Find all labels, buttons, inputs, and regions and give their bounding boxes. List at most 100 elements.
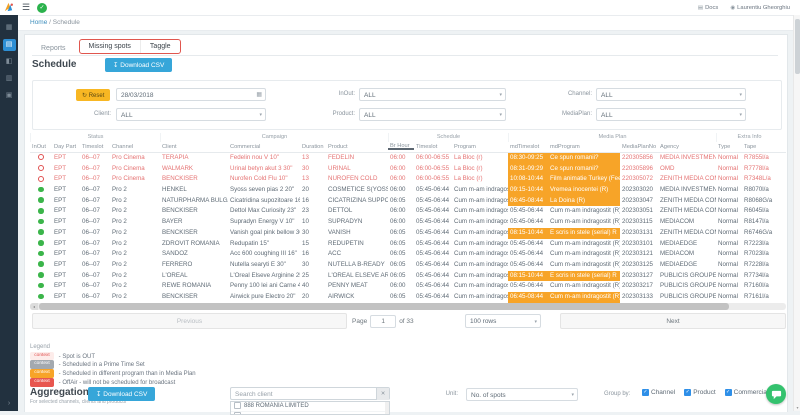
date-input[interactable]: 28/03/2018▦ [116,88,266,101]
next-page-button[interactable]: Next [560,313,786,329]
column-header-br-hour[interactable]: Br Hour [388,142,414,150]
sidebar-item-settings-icon[interactable]: ▣ [3,90,16,102]
column-header-commercial[interactable]: Commercial [228,142,300,152]
previous-page-button[interactable]: Previous [32,313,347,329]
sidebar-item-schedule-icon[interactable]: ▤ [3,39,16,51]
client-checkbox[interactable] [234,402,241,409]
channel-select[interactable]: ALL▾ [596,88,746,101]
table-horizontal-scrollbar[interactable]: ◂ [30,303,786,310]
cell: Normal [716,239,742,250]
download-csv-button[interactable]: ↧ Download CSV [105,58,172,72]
scroll-down-icon[interactable]: ▾ [794,405,800,410]
cell: Syoss seven pias 2 20" [228,185,300,196]
cell: Airwick pure Electro 20" [228,292,300,303]
product-filter-label: Product: [311,111,355,117]
column-header-product[interactable]: Product [326,142,388,152]
page-number-input[interactable]: 1 [370,315,396,328]
group-by-option-product[interactable]: ✓Product [684,389,715,396]
scrollbar-thumb[interactable] [795,19,800,74]
column-header-inout[interactable]: InOut [30,142,52,152]
cell: 06:45-08:44 [508,292,548,303]
sidebar-item-clients-icon[interactable]: ▥ [3,73,16,85]
column-header-duration[interactable]: Duration [300,142,326,152]
breadcrumb-home-link[interactable]: Home [30,19,47,26]
cell: 05:45-06:44 [508,239,548,250]
cell: ZENITH MEDIA COMMUNI... [658,228,716,239]
aggregation-download-csv-button[interactable]: ↧ Download CSV [88,387,155,401]
table-row[interactable]: EPT06--07Pro 2ZDROVIT ROMANIARedupatin 1… [30,239,786,250]
docs-link[interactable]: ▤Docs [698,5,718,11]
sidebar-item-dashboard-icon[interactable]: ▦ [3,22,16,34]
table-row[interactable]: EPT06--07Pro CinemaTERAPIAFedelin nou V … [30,153,786,164]
column-header-client[interactable]: Client [160,142,228,152]
cell: Cum m-am indragostit (R) [548,239,620,250]
legend-title: Legend [30,344,196,350]
table-row[interactable]: EPT06--07Pro 2L'OREALL'Oreal Elseve Argi… [30,271,786,282]
tab-missing-spots[interactable]: Missing spots [80,40,140,53]
table-row[interactable]: EPT06--07Pro 2FERRERONutella searyti E 3… [30,260,786,271]
column-header-mdtimeslot[interactable]: mdTimeslot [508,142,548,152]
product-select[interactable]: ALL▾ [359,108,506,121]
column-header-timeslot[interactable]: Timeslot [80,142,110,152]
unit-select[interactable]: No. of spots▾ [466,388,578,401]
cell: 220305856 [620,153,658,164]
table-row[interactable]: EPT06--07Pro 2BENCKISERAirwick pure Elec… [30,292,786,303]
column-header-type[interactable]: Type [716,142,742,152]
tab-reports[interactable]: Reports [32,42,75,55]
menu-toggle-icon[interactable]: ☰ [22,0,30,15]
cell: EPT [52,196,80,207]
rows-per-page-select[interactable]: 100 rows▾ [465,314,541,328]
reset-button[interactable]: ↻ Reset [76,89,110,101]
group-by-option-commercial[interactable]: ✓Commercial [725,389,769,396]
table-row[interactable]: EPT06--07Pro 2NATURPHARMA BULGARIACicatr… [30,196,786,207]
scrollbar-thumb[interactable] [39,303,729,310]
table-row[interactable]: EPT06--07Pro 2HENKELSyoss seven pias 2 2… [30,185,786,196]
client-select[interactable]: ALL▾ [116,108,266,121]
cell: E scris in stele (serial) R [548,228,620,239]
cell: R7734l/a [742,271,782,282]
cell: EPT [52,249,80,260]
cell: 220305896 [620,164,658,175]
table-row[interactable]: EPT06--07Pro CinemaWALMARKUrinal betyn a… [30,164,786,175]
clear-search-icon[interactable]: ✕ [376,388,389,400]
cell: 05:45-06:44 [414,281,452,292]
column-header-channel[interactable]: Channel [110,142,160,152]
checkbox-checked-icon[interactable]: ✓ [642,389,649,396]
scroll-left-icon[interactable]: ◂ [30,303,38,310]
list-scrollbar[interactable] [385,402,389,414]
cell: 15 [300,239,326,250]
chevron-down-icon: ▾ [739,109,742,122]
column-header-mdprogram[interactable]: mdProgram [548,142,620,152]
checkbox-checked-icon[interactable]: ✓ [725,389,732,396]
cell: 30 [300,260,326,271]
chat-widget-button[interactable] [766,384,786,404]
table-row[interactable]: EPT06--07Pro 2BENCKISERVanish goal pink … [30,228,786,239]
sidebar-item-reports-icon[interactable]: ◧ [3,56,16,68]
tab-taggle[interactable]: Taggle [140,40,180,53]
column-header-timeslot[interactable]: Timeslot [414,142,452,152]
checkbox-checked-icon[interactable]: ✓ [684,389,691,396]
column-header-day-part[interactable]: Day Part [52,142,80,152]
table-row[interactable]: EPT06--07Pro 2BAYERSupradyn Energy V 10"… [30,217,786,228]
table-row[interactable]: EPT06--07Pro 2REWE ROMANIAPenny 100 lei … [30,281,786,292]
cell: Cum m-am indragostit (R) [548,206,620,217]
table-row[interactable]: EPT06--07Pro 2BENCKISERDettol Max Curios… [30,206,786,217]
cell: ACC [326,249,388,260]
sidebar-collapse-icon[interactable]: › [0,400,18,407]
group-by-option-channel[interactable]: ✓Channel [642,389,675,396]
column-header-tape[interactable]: Tape [742,142,782,152]
column-header-mediaplanno[interactable]: MediaPlanNo [620,142,658,152]
column-header-agency[interactable]: Agency [658,142,716,152]
mediaplan-select[interactable]: ALL▾ [596,108,746,121]
table-row[interactable]: EPT06--07Pro CinemaBENCKISERNurofen Cold… [30,174,786,185]
cell: 08:15-10:44 [508,271,548,282]
search-client-input[interactable]: Search client ✕ [230,387,390,400]
cell: 06--07 [80,292,110,303]
column-header-program[interactable]: Program [452,142,508,152]
cell: EPT [52,260,80,271]
table-row[interactable]: EPT06--07Pro 2SANDOZAcc 600 coughing III… [30,249,786,260]
user-menu[interactable]: ◉Laurentiu Gheorghiu [730,5,790,11]
status-cell [30,260,52,271]
page-vertical-scrollbar[interactable]: ▾ [793,15,800,411]
inout-select[interactable]: ALL▾ [359,88,506,101]
